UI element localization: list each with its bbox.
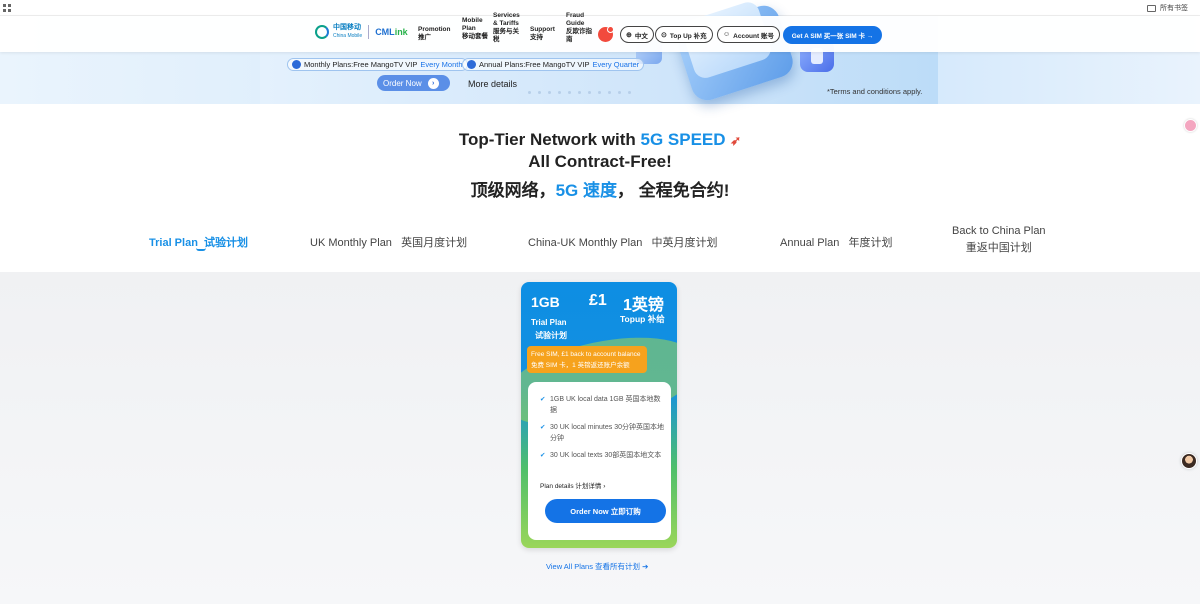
customer-service-avatar-icon[interactable]	[1181, 453, 1197, 469]
nav-services-tariffs[interactable]: Services & Tariffs 服务与关税	[493, 12, 523, 44]
tab-annual-plan[interactable]: Annual Plan 年度计划	[780, 234, 893, 250]
nav-mobile-plan[interactable]: Mobile Plan 移动套餐	[462, 17, 488, 41]
nav-support-en: Support	[530, 26, 555, 33]
hero-order-now-label: Order Now	[383, 78, 422, 88]
card-badge-en: Free SIM, £1 back to account balance	[531, 351, 641, 358]
nav-promotion-en: Promotion	[418, 26, 451, 33]
all-bookmarks-button[interactable]: 所有书签	[1147, 3, 1188, 13]
folder-icon	[1147, 4, 1156, 12]
terms-note: *Terms and conditions apply.	[827, 87, 923, 96]
logo-divider	[368, 25, 370, 39]
floating-promo-icon[interactable]	[1184, 119, 1197, 132]
headline-5g-speed: 5G SPEED	[640, 130, 726, 149]
view-all-plans-link[interactable]: View All Plans 查看所有计划 ➔	[546, 561, 648, 572]
nav-fraud-en: Fraud Guide	[566, 12, 585, 27]
annual-promo-highlight: Every Quarter	[592, 60, 640, 69]
more-details-link[interactable]: More details	[468, 79, 517, 89]
mango-icon	[292, 60, 301, 69]
tab-trial-en: Trial Plan	[149, 237, 198, 249]
cmlink-logo-k: ink	[394, 27, 408, 37]
tab-back-to-china-plan[interactable]: Back to China Plan 重返中国计划	[952, 223, 1046, 257]
card-plan-name: Trial Plan 试验计划	[531, 316, 567, 342]
nav-fraud-cn: 反欺诈指南	[566, 28, 592, 43]
bookmarks-bar: 所有书签	[0, 0, 1200, 16]
monthly-promo-text: Monthly Plans:Free MangoTV VIP	[304, 60, 418, 69]
headline-line3: 顶级网络，5G 速度， 全程免合约!	[0, 176, 1200, 201]
nav-support-cn: 支持	[530, 34, 543, 41]
feature-item-texts: 30 UK local texts 30部英国本地文本	[540, 450, 665, 461]
headline-line3-5g: 5G 速度	[555, 181, 617, 200]
nav-support[interactable]: Support 支持	[530, 26, 555, 42]
hero-order-now-button[interactable]: Order Now ›	[377, 75, 450, 91]
account-button[interactable]: ☺ Account 账号	[717, 26, 780, 43]
nav-services-cn: 服务与关税	[493, 28, 519, 43]
tab-china-uk-en: China-UK Monthly Plan	[528, 237, 643, 249]
card-details-panel: 1GB UK local data 1GB 英国本地数据 30 UK local…	[528, 382, 671, 540]
card-badge-cn: 免费 SIM 卡，1 英镑返还账户余额	[531, 362, 630, 369]
plan-card-trial: 1GB £1 1英镑 Topup 补给 Trial Plan 试验计划 Free…	[521, 282, 677, 548]
cmlink-logo: CMLink	[375, 27, 408, 37]
tab-uk-monthly-cn: 英国月度计划	[401, 237, 468, 249]
active-tab-indicator	[196, 248, 206, 251]
china-mobile-logo-icon	[315, 25, 329, 39]
tab-china-uk-cn: 中英月度计划	[651, 237, 718, 249]
order-now-button[interactable]: Order Now 立即订购	[545, 499, 666, 523]
tab-back-china-cn: 重返中国计划	[965, 242, 1032, 254]
feature-item-minutes: 30 UK local minutes 30分钟英国本地分钟	[540, 422, 665, 444]
top-nav: 中国移动 China Mobile CMLink Promotion 推广 Mo…	[0, 12, 1200, 52]
user-icon: ☺	[723, 31, 731, 38]
cmlink-logo-cm: CML	[375, 27, 395, 37]
notification-bell-icon[interactable]	[598, 26, 614, 42]
arrow-right-icon: ›	[427, 77, 439, 89]
language-switch[interactable]: ⊕ 中文	[620, 26, 654, 43]
apps-grid-icon[interactable]	[3, 4, 11, 12]
tab-annual-en: Annual Plan	[780, 237, 840, 249]
get-sim-button[interactable]: Get A SIM 买一张 SIM 卡 →	[783, 26, 882, 44]
nav-promotion-cn: 推广	[418, 34, 431, 41]
language-label: 中文	[634, 32, 648, 40]
tab-annual-cn: 年度计划	[848, 237, 893, 249]
nav-fraud-guide[interactable]: Fraud Guide 反欺诈指南	[566, 12, 592, 44]
top-up-button[interactable]: ⊙ Top Up 补充	[655, 26, 713, 43]
headline-line1: Top-Tier Network with 5G SPEED ➶	[0, 130, 1200, 150]
card-plan-cn: 试验计划	[535, 331, 567, 340]
feature-item-data: 1GB UK local data 1GB 英国本地数据	[540, 394, 665, 416]
nav-services-en: Services & Tariffs	[493, 12, 520, 27]
rocket-icon: ➶	[730, 133, 742, 148]
headline-line2: All Contract-Free!	[528, 152, 672, 171]
card-topup-label: Topup 补给	[620, 314, 665, 324]
logo-en: China Mobile	[333, 33, 363, 39]
monthly-promo: Monthly Plans:Free MangoTV VIP Every Mon…	[287, 58, 468, 71]
account-label: Account 账号	[733, 32, 774, 40]
tab-uk-monthly-plan[interactable]: UK Monthly Plan 英国月度计划	[310, 234, 467, 250]
china-mobile-logo[interactable]: 中国移动 China Mobile CMLink	[315, 24, 408, 40]
headline-line1-text: Top-Tier Network with	[458, 130, 641, 149]
annual-promo: Annual Plans:Free MangoTV VIP Every Quar…	[462, 58, 645, 71]
top-up-label: Top Up 补充	[669, 32, 707, 40]
nav-mobile-plan-cn: 移动套餐	[462, 33, 488, 40]
monthly-promo-highlight: Every Month	[420, 60, 463, 69]
nav-mobile-plan-en: Mobile Plan	[462, 17, 483, 32]
card-offer-badge: Free SIM, £1 back to account balance 免费 …	[527, 346, 647, 373]
mango-icon	[467, 60, 476, 69]
globe-icon: ⊕	[626, 31, 632, 39]
logo-cn: 中国移动	[333, 24, 361, 31]
carousel-dots[interactable]	[528, 91, 631, 94]
tab-trial-cn: 试验计划	[204, 237, 249, 249]
headline-line3-c: ， 全程免合约!	[617, 181, 730, 200]
topup-icon: ⊙	[661, 31, 667, 39]
plan-details-link[interactable]: Plan details 计划详情 ›	[540, 480, 605, 490]
nav-promotion[interactable]: Promotion 推广	[418, 26, 451, 42]
tab-back-china-en: Back to China Plan	[952, 225, 1046, 237]
card-data-amount: 1GB	[531, 294, 560, 310]
tab-uk-monthly-en: UK Monthly Plan	[310, 237, 392, 249]
card-topup-amount: 1英镑	[623, 297, 664, 314]
headline-line3-a: 顶级网络，	[470, 181, 556, 200]
all-bookmarks-label: 所有书签	[1160, 5, 1188, 12]
tab-china-uk-monthly-plan[interactable]: China-UK Monthly Plan 中英月度计划	[528, 234, 718, 250]
card-price: £1	[589, 292, 607, 309]
annual-promo-text: Annual Plans:Free MangoTV VIP	[479, 60, 590, 69]
card-plan-en: Trial Plan	[531, 318, 567, 327]
